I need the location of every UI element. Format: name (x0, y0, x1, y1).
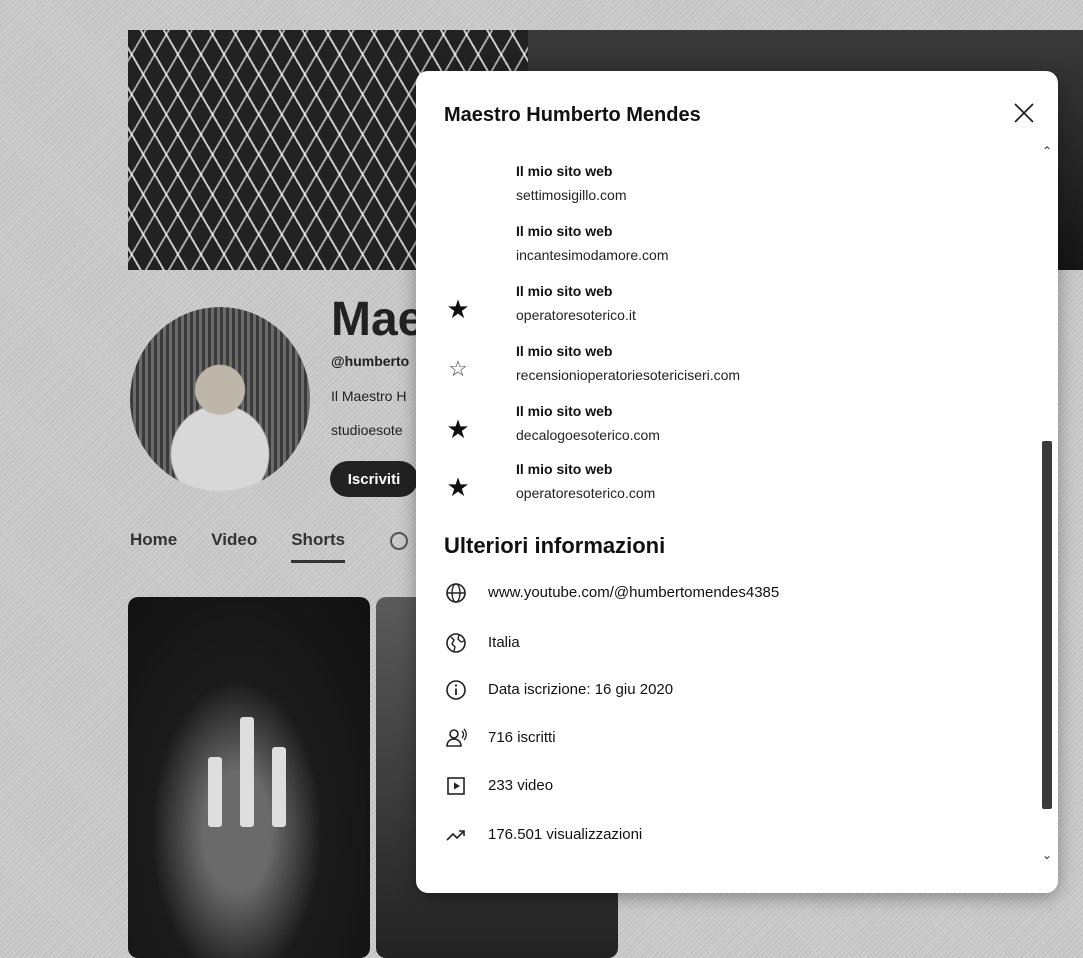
more-info-heading: Ulteriori informazioni (444, 533, 666, 558)
trending-icon (446, 830, 465, 841)
channel-title: Maes (331, 293, 421, 346)
close-button[interactable] (1010, 99, 1038, 127)
star-outline-icon: ☆ (448, 356, 468, 381)
info-videos: 233 video (444, 774, 1004, 802)
link-url[interactable]: operatoresoterico.com (516, 485, 655, 501)
world-map-icon (446, 633, 466, 653)
info-icon (446, 680, 466, 700)
close-icon (1014, 103, 1034, 123)
link-item[interactable]: ★ Il mio sito web decalogoesoterico.com (444, 403, 1004, 453)
channel-url-text[interactable]: www.youtube.com/@humbertomendes4385 (488, 584, 779, 601)
tab-video[interactable]: Video (211, 530, 257, 563)
link-title: Il mio sito web (516, 403, 613, 419)
banner-edge-decoration (1057, 158, 1083, 218)
star-icon: ★ (446, 472, 470, 502)
link-url[interactable]: incantesimodamore.com (516, 247, 669, 263)
subscribers-text: 716 iscritti (488, 729, 556, 746)
candles-image (188, 687, 308, 847)
dialog-title: Maestro Humberto Mendes (444, 104, 701, 126)
scroll-up-icon[interactable]: ⌃ (1040, 143, 1054, 159)
short-thumbnail[interactable] (128, 597, 370, 958)
link-title: Il mio sito web (516, 343, 613, 359)
link-url[interactable]: operatoresoterico.it (516, 307, 636, 323)
globe-icon (446, 583, 466, 603)
dialog-scrollbar[interactable]: ⌃ ⌄ (1040, 143, 1054, 863)
search-icon[interactable] (390, 532, 408, 550)
scrollbar-thumb[interactable] (1042, 441, 1052, 809)
link-title: Il mio sito web (516, 283, 613, 299)
link-title: Il mio sito web (516, 223, 613, 239)
link-item[interactable]: ★ Il mio sito web operatoresoterico.it (444, 283, 1004, 333)
videos-text: 233 video (488, 777, 554, 794)
channel-tabs: Home Video Shorts (130, 530, 346, 563)
star-icon: ★ (446, 414, 470, 444)
link-item[interactable]: ☆ Il mio sito web recensionioperatorieso… (444, 343, 1004, 393)
link-item[interactable]: Il mio sito web incantesimodamore.com (444, 223, 1004, 273)
info-channel-url[interactable]: www.youtube.com/@humbertomendes4385 (444, 581, 1004, 609)
channel-handle: @humberto (331, 353, 410, 369)
views-text: 176.501 visualizzazioni (488, 826, 643, 843)
channel-link[interactable]: studioesote (331, 422, 416, 438)
subscribe-button[interactable]: Iscriviti (330, 461, 418, 497)
subscribers-icon (446, 728, 467, 747)
video-play-icon (447, 777, 465, 795)
link-url[interactable]: recensionioperatoriesotericiseri.com (516, 367, 740, 383)
channel-avatar[interactable] (130, 307, 310, 491)
link-url[interactable]: decalogoesoterico.com (516, 427, 660, 443)
link-title: Il mio sito web (516, 163, 613, 179)
link-item[interactable]: Il mio sito web settimosigillo.com (444, 163, 1004, 213)
tab-home[interactable]: Home (130, 530, 177, 563)
link-item[interactable]: ★ Il mio sito web operatoresoterico.com (444, 461, 1004, 511)
link-title: Il mio sito web (516, 461, 613, 477)
joined-text: Data iscrizione: 16 giu 2020 (488, 681, 674, 698)
info-subscribers: 716 iscritti (444, 726, 1004, 754)
info-views: 176.501 visualizzazioni (444, 823, 1004, 851)
link-url[interactable]: settimosigillo.com (516, 187, 626, 203)
channel-about-dialog: Maestro Humberto Mendes ⌃ ⌄ Il mio sito … (416, 71, 1058, 893)
channel-description[interactable]: Il Maestro H (331, 388, 416, 404)
scroll-down-icon[interactable]: ⌄ (1040, 847, 1054, 863)
info-country: Italia (444, 631, 1004, 659)
star-icon: ★ (446, 294, 470, 324)
info-joined: Data iscrizione: 16 giu 2020 (444, 678, 1004, 706)
tab-shorts[interactable]: Shorts (291, 530, 346, 563)
country-text: Italia (488, 634, 520, 651)
